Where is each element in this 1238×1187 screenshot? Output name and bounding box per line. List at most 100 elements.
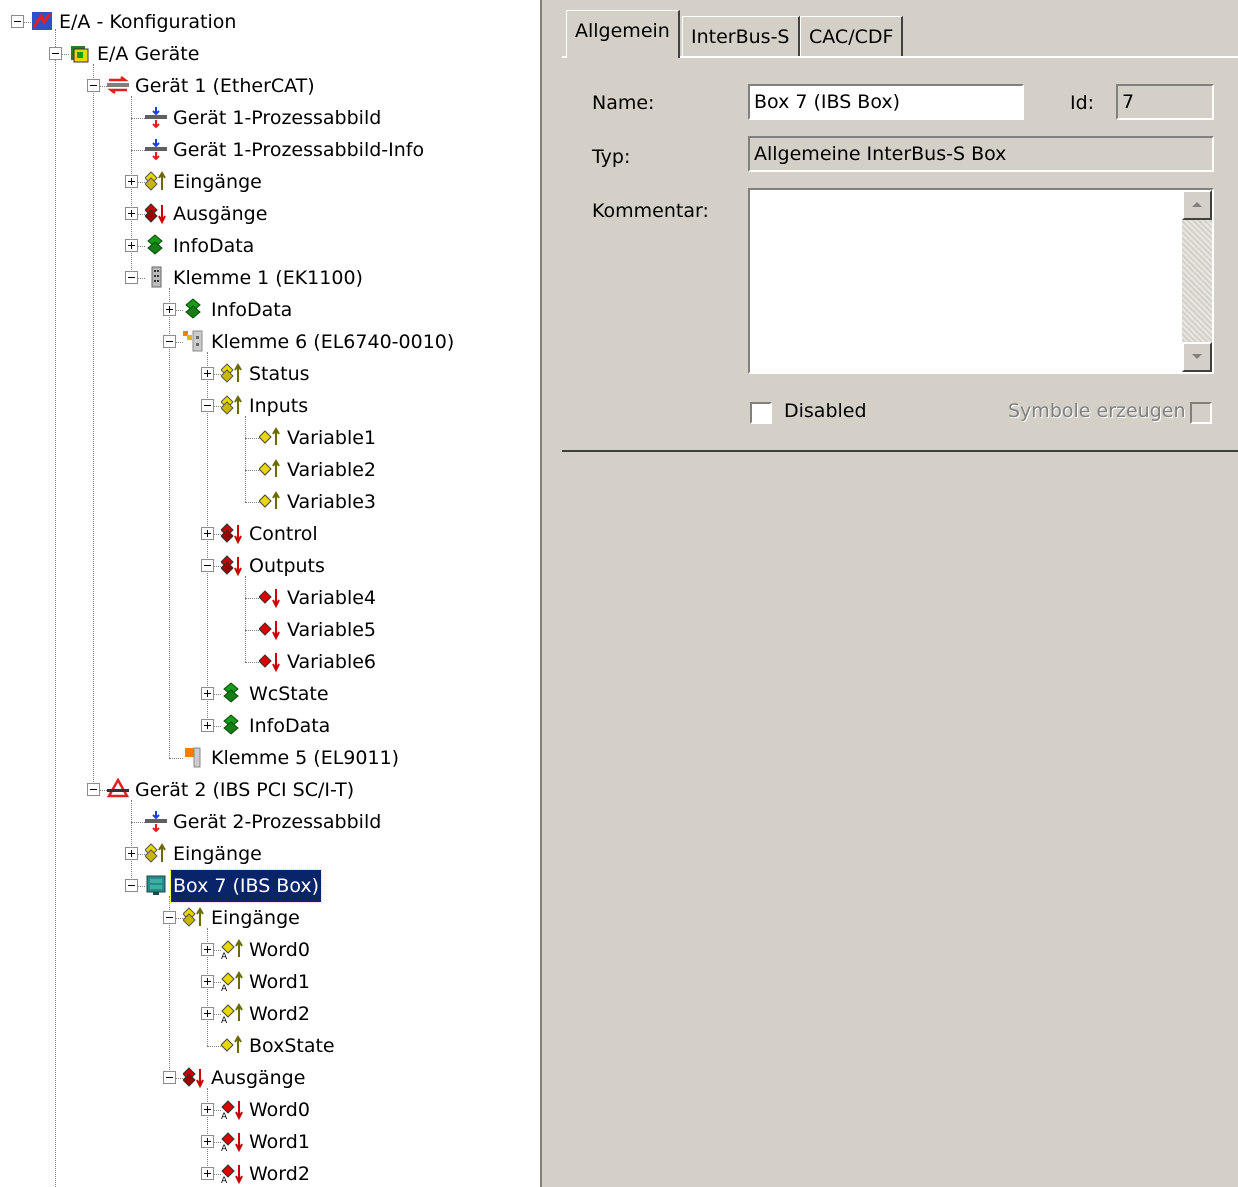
expand-icon[interactable] <box>163 303 176 316</box>
tab-interbus-s[interactable]: InterBus-S <box>682 16 800 56</box>
infodata-icon <box>223 682 239 703</box>
tree-item[interactable]: Ausgänge <box>0 1062 538 1094</box>
collapse-icon[interactable] <box>87 783 100 796</box>
tree-item[interactable]: A Word2 <box>0 998 538 1030</box>
tree-item[interactable]: Box 7 (IBS Box) <box>0 869 538 903</box>
collapse-icon[interactable] <box>201 399 214 412</box>
tree-item[interactable]: InfoData <box>0 710 538 742</box>
scroll-up-button[interactable] <box>1182 190 1212 220</box>
tree-item[interactable]: Gerät 2 (IBS PCI SC/I-T) <box>0 774 538 806</box>
pane-splitter[interactable] <box>538 0 562 1187</box>
tree-item[interactable]: BoxState <box>0 1030 538 1062</box>
expand-icon[interactable] <box>201 1103 214 1116</box>
name-field[interactable]: Box 7 (IBS Box) <box>748 84 1024 120</box>
expand-icon[interactable] <box>201 943 214 956</box>
tree-item[interactable]: Eingänge <box>0 902 538 934</box>
tree-connector-line <box>245 470 259 471</box>
tree-item-label: Gerät 2-Prozessabbild <box>173 811 382 833</box>
tree-item[interactable]: Gerät 1 (EtherCAT) <box>0 70 538 102</box>
comment-textarea[interactable] <box>748 188 1214 374</box>
ethercat-device-icon <box>107 76 129 94</box>
tree-item[interactable]: A Word0 <box>0 1094 538 1126</box>
tab-allgemein[interactable]: Allgemein <box>566 10 680 58</box>
tree-item[interactable]: Gerät 2-Prozessabbild <box>0 806 538 838</box>
tree-item[interactable]: Status <box>0 358 538 390</box>
collapse-icon[interactable] <box>163 1071 176 1084</box>
tree-item[interactable]: Klemme 6 (EL6740-0010) <box>0 326 538 358</box>
collapse-icon[interactable] <box>11 15 24 28</box>
tree-item[interactable]: Eingänge <box>0 838 538 870</box>
tree-item[interactable]: WcState <box>0 678 538 710</box>
expand-icon[interactable] <box>201 527 214 540</box>
tree-item[interactable]: InfoData <box>0 230 538 262</box>
outputs-icon <box>183 1067 204 1088</box>
tree-item[interactable]: Variable1 <box>0 422 538 454</box>
tree-item[interactable]: Outputs <box>0 550 538 582</box>
tree-item[interactable]: Variable2 <box>0 454 538 486</box>
expand-icon[interactable] <box>125 239 138 252</box>
tree-item[interactable]: Variable4 <box>0 582 538 614</box>
tree-item[interactable]: A Word2 <box>0 1158 538 1187</box>
tree-item-label: Klemme 6 (EL6740-0010) <box>211 331 455 353</box>
infodata-icon <box>223 714 239 735</box>
tree-item[interactable]: A Word0 <box>0 934 538 966</box>
input-variable-icon <box>259 491 280 509</box>
tree-item[interactable]: Klemme 1 (EK1100) <box>0 262 538 294</box>
expand-icon[interactable] <box>125 175 138 188</box>
tree-item[interactable]: Variable3 <box>0 486 538 518</box>
general-tab-panel: Name: Box 7 (IBS Box) Id: 7 Typ: Allgeme… <box>562 56 1238 452</box>
collapse-icon[interactable] <box>163 335 176 348</box>
tree-item-label: Gerät 1-Prozessabbild-Info <box>173 139 425 161</box>
inputs-icon <box>221 363 242 383</box>
tree-item-label: Variable4 <box>287 587 377 609</box>
tree-item[interactable]: A Word1 <box>0 1126 538 1158</box>
output-variable-icon <box>259 589 280 608</box>
tree-item-label: Gerät 2 (IBS PCI SC/I-T) <box>135 779 355 801</box>
expand-icon[interactable] <box>201 1007 214 1020</box>
collapse-icon[interactable] <box>125 271 138 284</box>
input-variable-icon <box>221 1035 242 1053</box>
collapse-icon[interactable] <box>201 559 214 572</box>
expand-icon[interactable] <box>201 1167 214 1180</box>
tree-item[interactable]: Variable6 <box>0 646 538 678</box>
tree-item[interactable]: Control <box>0 518 538 550</box>
tree-item[interactable]: A Word1 <box>0 966 538 998</box>
expand-icon[interactable] <box>201 1135 214 1148</box>
tree-item[interactable]: Klemme 5 (EL9011) <box>0 742 538 774</box>
tree-item[interactable]: Variable5 <box>0 614 538 646</box>
tree-item[interactable]: E/A - Konfiguration <box>0 6 538 38</box>
collapse-icon[interactable] <box>125 879 138 892</box>
expand-icon[interactable] <box>201 687 214 700</box>
process-image-icon <box>145 811 167 832</box>
type-field: Allgemeine InterBus-S Box <box>748 136 1214 172</box>
collapse-icon[interactable] <box>87 79 100 92</box>
outputs-icon <box>221 523 242 544</box>
tree-item-label: Ausgänge <box>211 1067 306 1089</box>
disabled-checkbox[interactable] <box>750 402 772 424</box>
expand-icon[interactable] <box>125 847 138 860</box>
tree-item[interactable]: InfoData <box>0 294 538 326</box>
expand-icon[interactable] <box>201 367 214 380</box>
tree-item[interactable]: Gerät 1-Prozessabbild <box>0 102 538 134</box>
tree-item[interactable]: Eingänge <box>0 166 538 198</box>
collapse-icon[interactable] <box>163 911 176 924</box>
tree-item-label: Status <box>249 363 310 385</box>
tab-cac-cdf[interactable]: CAC/CDF <box>800 16 904 56</box>
io-tree-view[interactable]: E/A - Konfiguration E/A Geräte Gerät 1 (Et… <box>0 0 538 1187</box>
tree-item[interactable]: Ausgänge <box>0 198 538 230</box>
tree-item[interactable]: Gerät 1-Prozessabbild-Info <box>0 134 538 166</box>
comment-scrollbar[interactable] <box>1182 190 1212 372</box>
infodata-icon <box>147 234 163 255</box>
expand-icon[interactable] <box>125 207 138 220</box>
tree-item-label: E/A Geräte <box>97 43 200 65</box>
input-variable-icon <box>259 427 280 445</box>
name-label: Name: <box>592 92 655 114</box>
scroll-down-button[interactable] <box>1182 342 1212 372</box>
tree-item[interactable]: E/A Geräte <box>0 38 538 70</box>
collapse-icon[interactable] <box>49 47 62 60</box>
tree-item[interactable]: Inputs <box>0 390 538 422</box>
expand-icon[interactable] <box>201 719 214 732</box>
expand-icon[interactable] <box>201 975 214 988</box>
outputs-icon <box>221 555 242 576</box>
tree-item-label: Box 7 (IBS Box) <box>169 869 323 903</box>
